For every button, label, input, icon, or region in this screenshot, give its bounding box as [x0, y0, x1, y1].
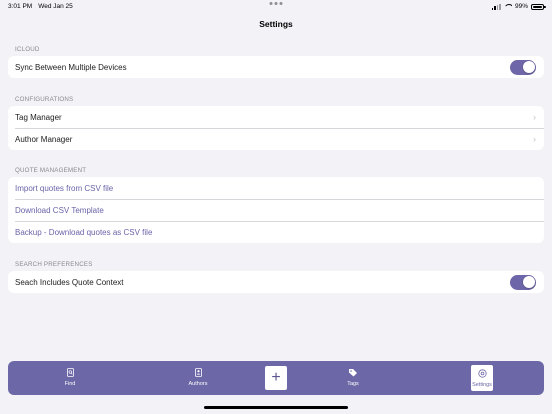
page-title: Settings — [259, 19, 293, 29]
group-search-preferences: Seach Includes Quote Context — [8, 271, 544, 293]
download-template-label: Download CSV Template — [15, 205, 104, 215]
section-header-configurations: CONFIGURATIONS — [15, 96, 74, 103]
tag-icon — [333, 368, 373, 381]
tab-authors-label: Authors — [188, 381, 208, 387]
backup-download-label: Backup - Download quotes as CSV file — [15, 227, 153, 237]
home-indicator[interactable] — [204, 406, 348, 409]
tab-settings[interactable]: Settings — [471, 365, 493, 391]
backup-download-row[interactable]: Backup - Download quotes as CSV file — [8, 221, 544, 243]
search-context-row: Seach Includes Quote Context — [8, 271, 544, 293]
tab-find-label: Find — [64, 381, 76, 387]
section-header-search-preferences: SEARCH PREFERENCES — [15, 261, 93, 268]
signal-icon — [491, 3, 501, 10]
battery-fill — [533, 5, 542, 8]
sync-devices-label: Sync Between Multiple Devices — [15, 62, 127, 72]
person-book-icon — [178, 368, 218, 381]
section-header-quote-management: QUOTE MANAGEMENT — [15, 167, 87, 174]
status-right: 99% — [491, 3, 546, 10]
gear-circle-icon — [471, 369, 493, 382]
tab-find[interactable]: Find — [50, 365, 90, 391]
sync-devices-toggle[interactable] — [510, 59, 536, 75]
tab-tags-label: Tags — [347, 381, 359, 387]
toggle-knob — [522, 276, 535, 288]
group-quote-management: Import quotes from CSV file Download CSV… — [8, 177, 544, 243]
group-configurations: Tag Manager › Author Manager › — [8, 106, 544, 150]
group-icloud: Sync Between Multiple Devices — [8, 56, 544, 78]
search-context-toggle[interactable] — [510, 274, 536, 290]
chevron-right-icon: › — [533, 134, 536, 144]
battery-percent: 99% — [514, 3, 528, 10]
tab-settings-label: Settings — [472, 382, 492, 388]
tab-tags[interactable]: Tags — [333, 365, 373, 391]
battery-icon — [531, 3, 546, 10]
wifi-icon — [504, 4, 512, 10]
status-time: 3:01 PM — [8, 3, 33, 10]
import-csv-label: Import quotes from CSV file — [15, 183, 114, 193]
download-template-row[interactable]: Download CSV Template — [8, 199, 544, 221]
author-manager-row[interactable]: Author Manager › — [8, 128, 544, 150]
status-bar: 3:01 PM Wed Jan 25 99% — [0, 0, 552, 14]
sync-devices-row: Sync Between Multiple Devices — [8, 56, 544, 78]
plus-icon: + — [271, 369, 281, 386]
search-context-label: Seach Includes Quote Context — [15, 277, 124, 287]
tag-manager-label: Tag Manager — [15, 112, 62, 122]
tag-manager-row[interactable]: Tag Manager › — [8, 106, 544, 128]
import-csv-row[interactable]: Import quotes from CSV file — [8, 177, 544, 199]
add-quote-button[interactable]: + — [265, 366, 287, 390]
author-manager-label: Author Manager — [15, 134, 73, 144]
chevron-right-icon: › — [533, 112, 536, 122]
section-header-icloud: ICLOUD — [15, 46, 40, 53]
multitasking-dots-icon[interactable] — [269, 2, 283, 5]
document-search-icon — [50, 368, 90, 381]
status-left: 3:01 PM Wed Jan 25 — [8, 3, 79, 10]
status-date: Wed Jan 25 — [38, 3, 73, 10]
tab-authors[interactable]: Authors — [178, 365, 218, 391]
toggle-knob — [522, 61, 535, 73]
